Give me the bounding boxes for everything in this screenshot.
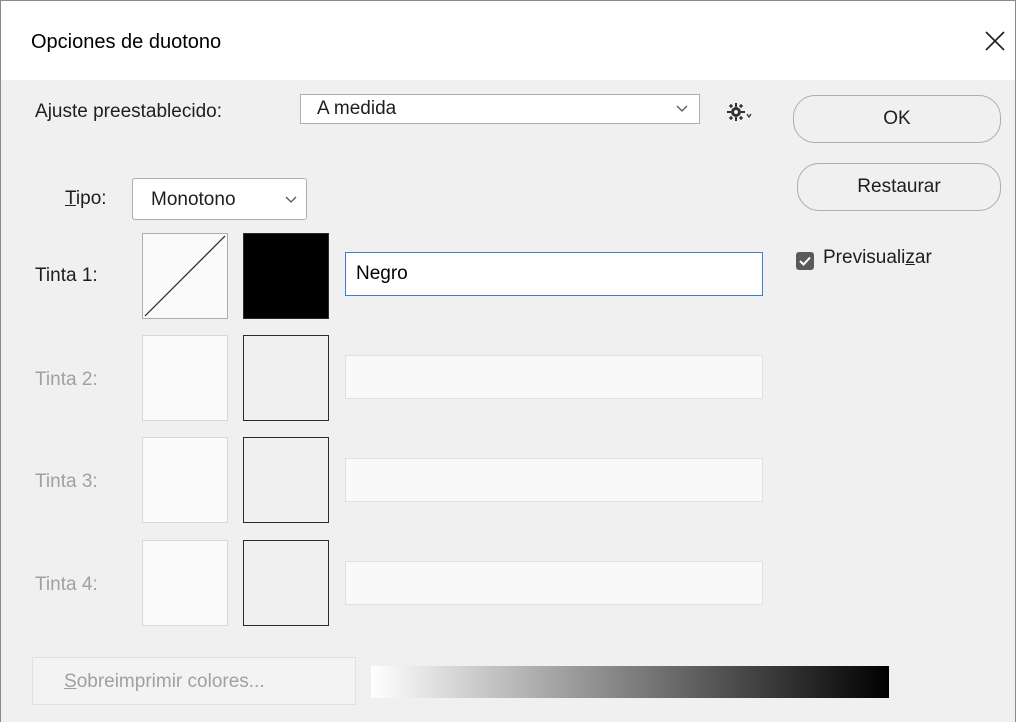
gear-icon[interactable] [727, 100, 753, 129]
ok-button[interactable]: OK [793, 95, 1001, 143]
close-icon[interactable] [980, 26, 1010, 56]
ink-1-name-input[interactable]: Negro [345, 252, 763, 296]
ink-3-label: Tinta 3: [35, 471, 98, 492]
overprint-colors-button: Sobreimprimir colores... [32, 657, 356, 705]
preview-label[interactable]: Previsualizar [823, 247, 932, 269]
reset-button[interactable]: Restaurar [797, 163, 1001, 211]
ink-2-label: Tinta 2: [35, 369, 98, 390]
ink-1-color-swatch[interactable] [243, 233, 329, 319]
ink-2-color-swatch [243, 335, 329, 421]
window-border-left [0, 0, 1, 722]
duotone-curve-icon [144, 235, 226, 317]
ink-3-name-input [345, 458, 763, 502]
type-dropdown[interactable]: Monotono [132, 178, 307, 220]
ink-1-curve-swatch[interactable] [142, 233, 228, 319]
checkmark-icon [799, 256, 811, 266]
preset-label: Ajuste preestablecido: [35, 101, 222, 122]
overprint-label: Sobreimprimir colores... [64, 671, 265, 692]
chevron-down-icon [285, 196, 297, 203]
preset-value: A medida [317, 98, 397, 119]
gradient-preview-bar [371, 666, 889, 698]
dialog-title: Opciones de duotono [31, 31, 222, 53]
preset-dropdown[interactable]: A medida [300, 94, 700, 124]
ink-4-label: Tinta 4: [35, 574, 98, 595]
ink-4-name-input [345, 561, 763, 605]
ink-3-curve-swatch [142, 437, 228, 523]
chevron-down-icon [676, 105, 688, 112]
type-value: Monotono [151, 189, 236, 210]
ink-4-curve-swatch [142, 540, 228, 626]
preview-checkbox[interactable] [796, 252, 814, 270]
ink-3-color-swatch [243, 437, 329, 523]
ink-4-color-swatch [243, 540, 329, 626]
ink-1-label: Tinta 1: [35, 265, 98, 286]
ink-2-name-input [345, 355, 763, 399]
type-label: Tipo: [65, 188, 107, 209]
ink-2-curve-swatch [142, 335, 228, 421]
